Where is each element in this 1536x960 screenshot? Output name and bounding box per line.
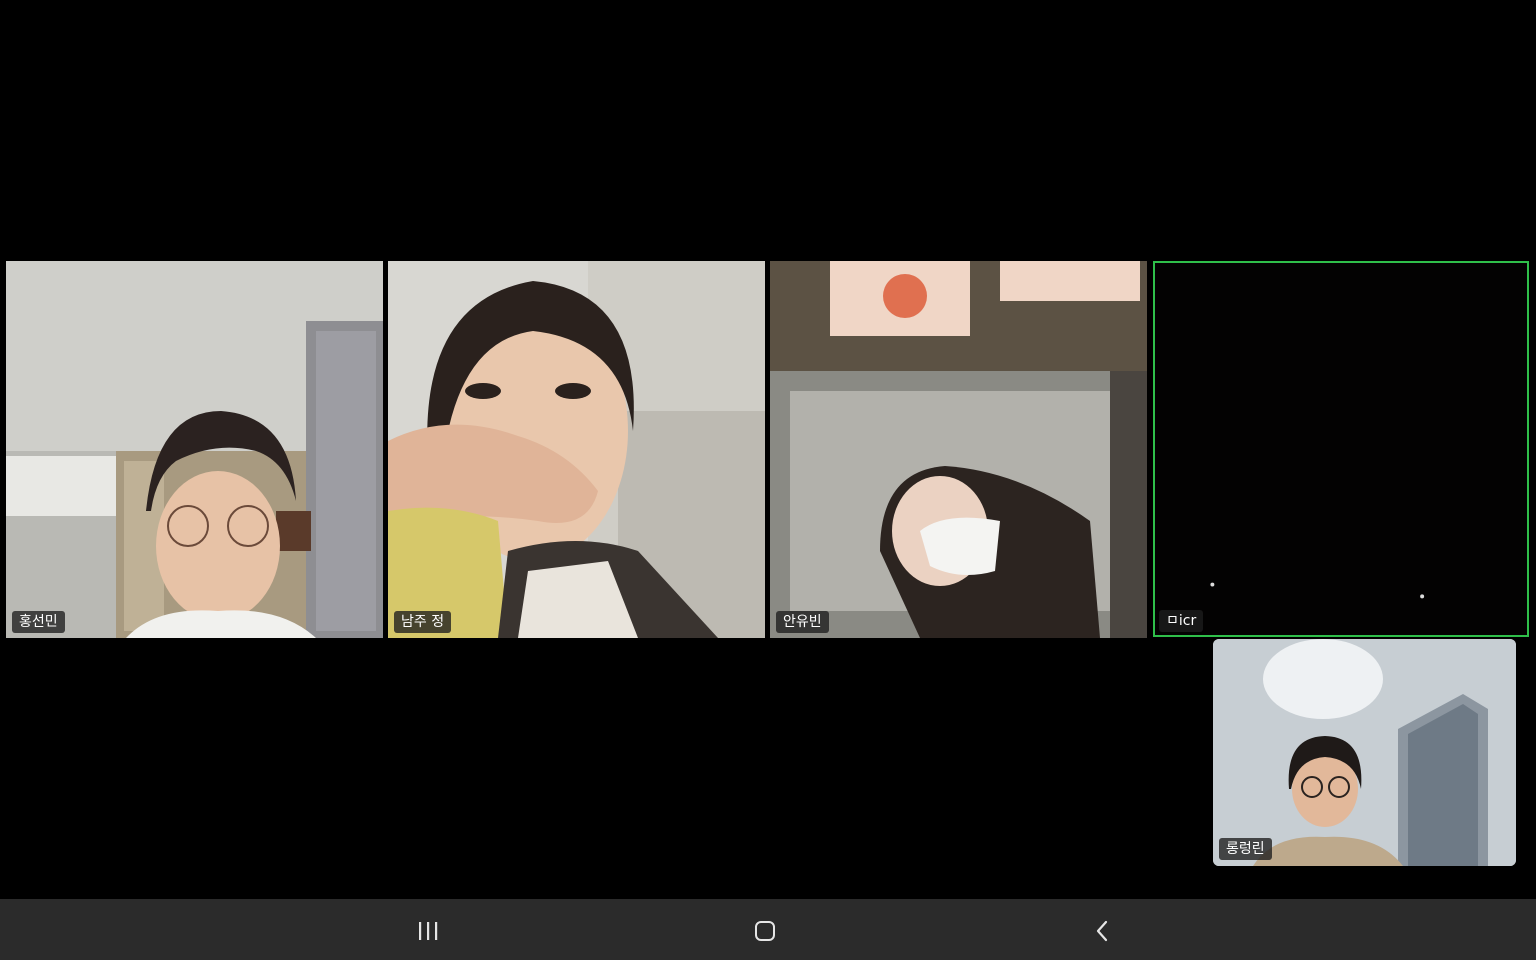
recent-apps-icon [419,922,438,940]
self-view-tile[interactable]: 롱렁린 [1213,639,1516,866]
participant-video [6,261,383,638]
self-video [1213,639,1516,866]
video-stage: 홍선민 남주 정 안유빈 ㅁicr 롱렁린 [0,0,1536,899]
back-icon [1096,920,1108,942]
system-navigation-bar [0,899,1536,960]
participant-tile-3[interactable]: 안유빈 [770,261,1147,638]
recent-apps-button[interactable] [404,911,452,951]
participant-name-label: 홍선민 [12,611,65,633]
participant-video [388,261,765,638]
participant-name-label: ㅁicr [1159,610,1204,632]
home-button[interactable] [741,911,789,951]
self-name-label: 롱렁린 [1219,838,1272,860]
participant-video [1155,263,1527,635]
participant-tile-1[interactable]: 홍선민 [6,261,383,638]
participant-name-label: 남주 정 [394,611,452,633]
participant-name-label: 안유빈 [776,611,829,633]
participant-tile-4-active-speaker[interactable]: ㅁicr [1153,261,1529,637]
participant-video [770,261,1147,638]
back-button[interactable] [1079,911,1127,951]
home-icon [755,921,775,941]
participant-tile-2[interactable]: 남주 정 [388,261,765,638]
